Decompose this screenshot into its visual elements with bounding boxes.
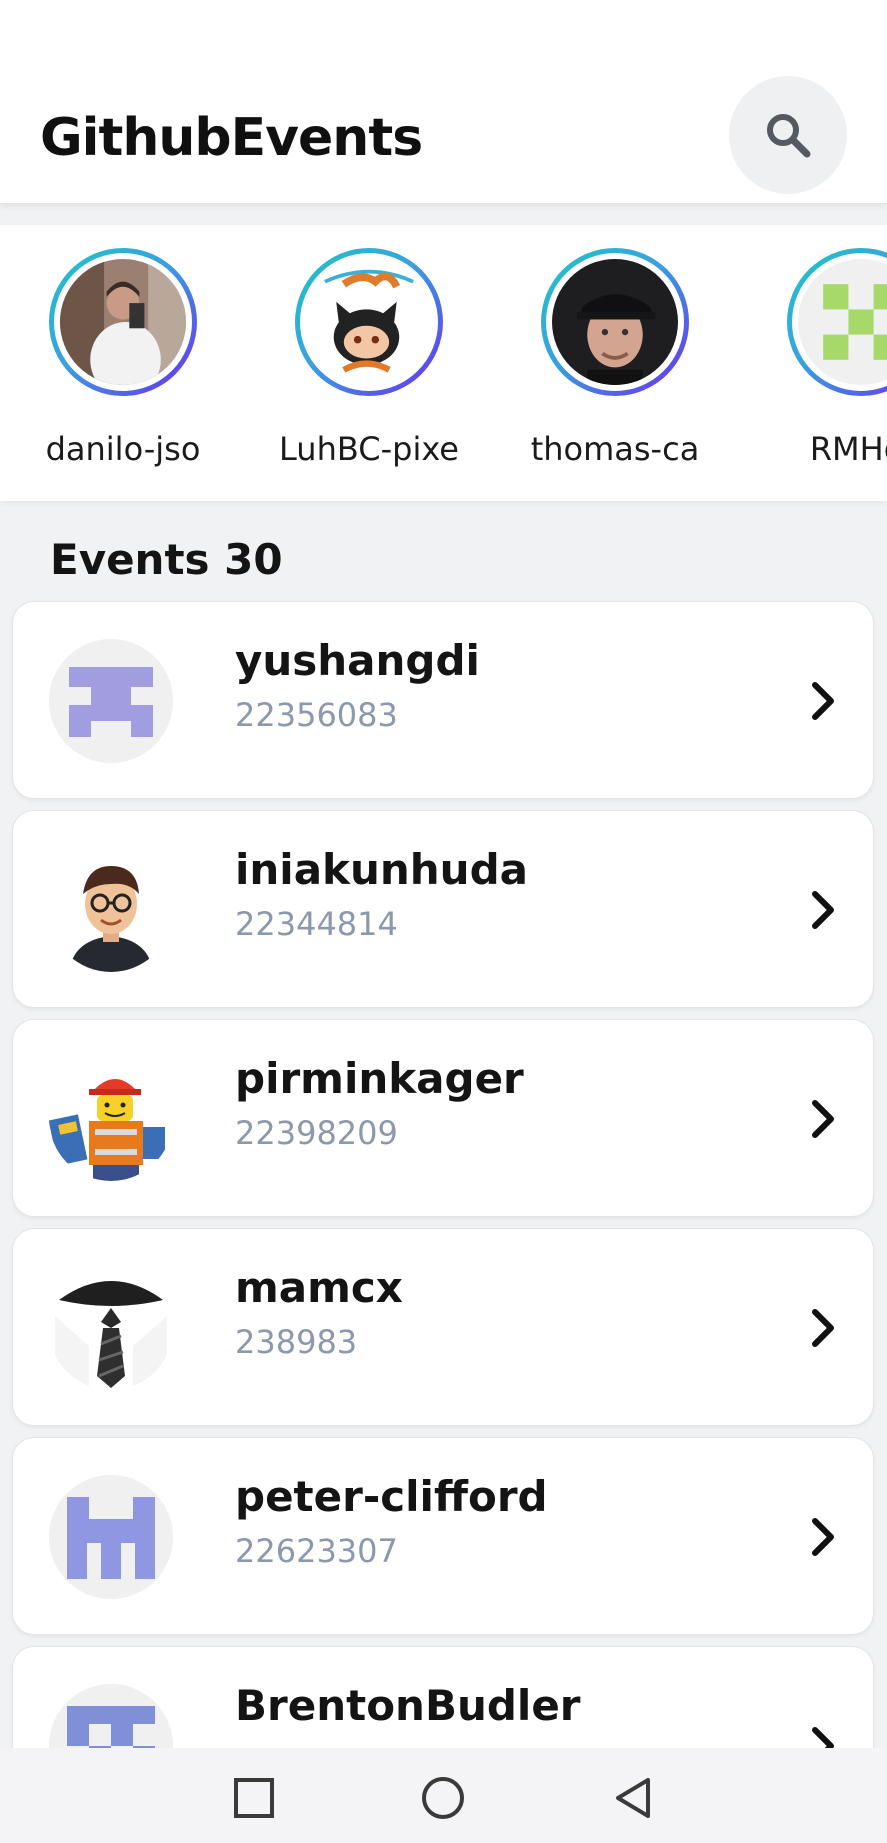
octocat-avatar bbox=[306, 259, 432, 385]
back-button[interactable] bbox=[606, 1770, 662, 1826]
story-item[interactable]: RMHol bbox=[738, 248, 887, 468]
event-card[interactable]: iniakunhuda 22344814 bbox=[12, 810, 874, 1008]
event-username: yushangdi bbox=[235, 636, 480, 685]
story-ring bbox=[787, 248, 887, 396]
story-ring bbox=[541, 248, 689, 396]
event-username: mamcx bbox=[235, 1263, 403, 1312]
event-username: BrentonBudler bbox=[235, 1681, 581, 1730]
chevron-right-icon bbox=[812, 891, 834, 929]
stories-strip: danilo-jso LuhBC-pixe thomas-ca RMH bbox=[0, 225, 887, 501]
event-id: 22344814 bbox=[235, 905, 398, 943]
event-username: peter-clifford bbox=[235, 1472, 548, 1521]
story-name: thomas-ca bbox=[530, 430, 700, 468]
chevron-right-icon bbox=[812, 682, 834, 720]
event-card[interactable]: peter-clifford 22623307 bbox=[12, 1437, 874, 1635]
back-triangle-icon bbox=[616, 1778, 650, 1818]
event-card[interactable]: mamcx 238983 bbox=[12, 1228, 874, 1426]
event-id: 22398209 bbox=[235, 1114, 398, 1152]
story-avatar-photo bbox=[552, 259, 678, 385]
story-name: LuhBC-pixe bbox=[279, 430, 459, 468]
event-id: 22356083 bbox=[235, 696, 398, 734]
story-item[interactable]: danilo-jso bbox=[0, 248, 246, 468]
identicon-avatar bbox=[49, 1475, 173, 1599]
event-card[interactable]: pirminkager 22398209 bbox=[12, 1019, 874, 1217]
search-icon bbox=[767, 114, 811, 158]
story-avatar-photo bbox=[60, 259, 186, 385]
event-username: iniakunhuda bbox=[235, 845, 528, 894]
lego-figure-avatar bbox=[49, 1057, 173, 1181]
event-id: 238983 bbox=[235, 1323, 358, 1361]
home-button[interactable] bbox=[415, 1770, 471, 1826]
tie-avatar bbox=[49, 1266, 173, 1390]
event-username: pirminkager bbox=[235, 1054, 524, 1103]
home-circle-icon bbox=[422, 1777, 464, 1819]
chevron-right-icon bbox=[812, 1100, 834, 1138]
chevron-right-icon bbox=[812, 1309, 834, 1347]
story-item[interactable]: thomas-ca bbox=[492, 248, 738, 468]
search-button[interactable] bbox=[729, 76, 847, 194]
recents-button[interactable] bbox=[226, 1770, 282, 1826]
screen: GithubEvents danilo-jso LuhBC-pixe thoma… bbox=[0, 0, 887, 1843]
story-item[interactable]: LuhBC-pixe bbox=[246, 248, 492, 468]
system-nav-bar bbox=[0, 1748, 887, 1843]
events-count-heading: Events 30 bbox=[50, 535, 283, 584]
event-id: 22623307 bbox=[235, 1532, 398, 1570]
story-name: RMHol bbox=[809, 430, 887, 468]
story-ring bbox=[295, 248, 443, 396]
recents-square-icon bbox=[234, 1778, 274, 1818]
story-name: danilo-jso bbox=[45, 430, 201, 468]
story-ring bbox=[49, 248, 197, 396]
identicon-avatar bbox=[798, 259, 887, 385]
chevron-right-icon bbox=[812, 1518, 834, 1556]
identicon-avatar bbox=[49, 639, 173, 763]
cartoon-avatar bbox=[49, 848, 173, 972]
app-header: GithubEvents bbox=[0, 0, 887, 204]
event-card[interactable]: yushangdi 22356083 bbox=[12, 601, 874, 799]
app-title: GithubEvents bbox=[40, 108, 423, 168]
